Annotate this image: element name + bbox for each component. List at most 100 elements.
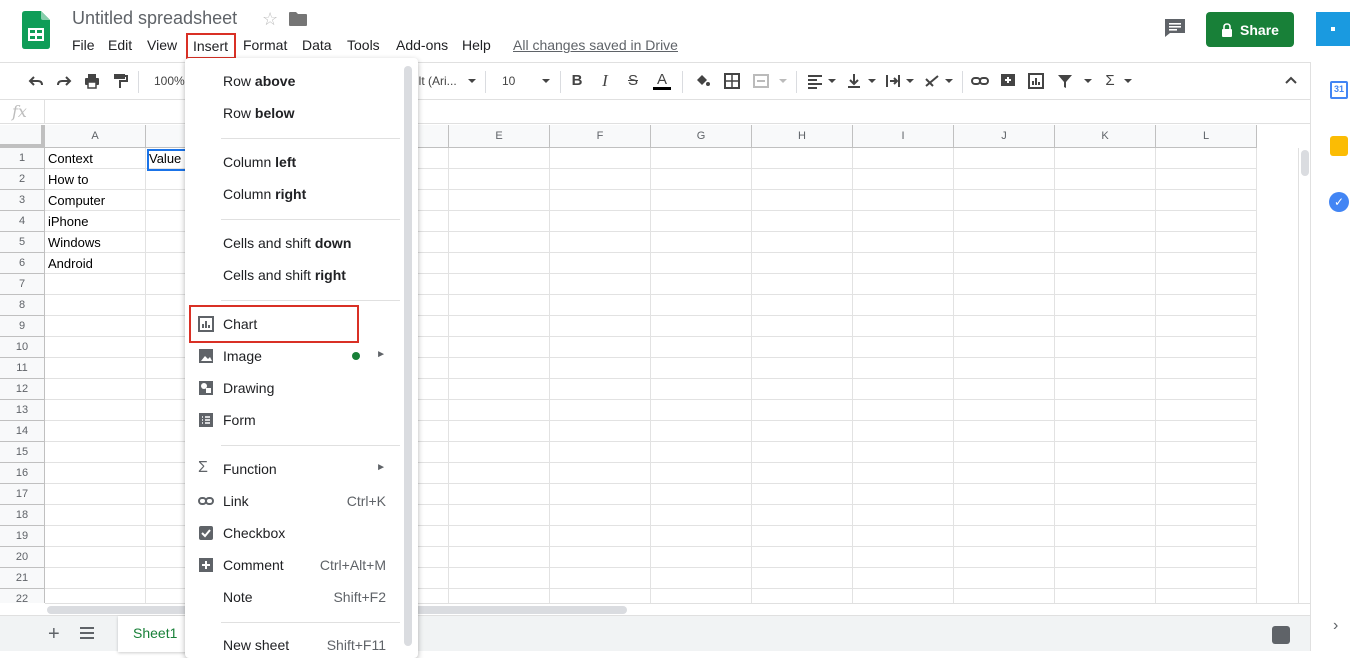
zoom-select[interactable]: 100% — [154, 74, 185, 88]
cell-E10[interactable] — [449, 337, 550, 358]
cell-K13[interactable] — [1055, 400, 1156, 421]
all-sheets-icon[interactable] — [80, 626, 94, 639]
bold-icon[interactable]: B — [568, 72, 586, 90]
undo-icon[interactable] — [27, 72, 45, 90]
cell-A9[interactable] — [45, 316, 146, 337]
cell-F12[interactable] — [550, 379, 651, 400]
cell-E6[interactable] — [449, 253, 550, 274]
cell-L7[interactable] — [1156, 274, 1257, 295]
cell-G15[interactable] — [651, 442, 752, 463]
redo-icon[interactable] — [55, 72, 73, 90]
cell-A5[interactable]: Windows — [45, 232, 146, 253]
filter-icon[interactable] — [1056, 72, 1074, 90]
fill-color-icon[interactable] — [693, 72, 711, 90]
cell-A1[interactable]: Context — [45, 148, 146, 169]
cell-L8[interactable] — [1156, 295, 1257, 316]
cell-E7[interactable] — [449, 274, 550, 295]
cell-L3[interactable] — [1156, 190, 1257, 211]
menu-column-left[interactable]: Column left — [185, 146, 400, 178]
text-color-icon[interactable]: A — [653, 72, 671, 90]
row-header[interactable]: 15 — [0, 442, 45, 463]
cell-F18[interactable] — [550, 505, 651, 526]
cell-J2[interactable] — [954, 169, 1055, 190]
cell-J16[interactable] — [954, 463, 1055, 484]
row-header[interactable]: 14 — [0, 421, 45, 442]
cell-H18[interactable] — [752, 505, 853, 526]
column-header[interactable]: L — [1156, 125, 1257, 148]
cell-E14[interactable] — [449, 421, 550, 442]
cell-G19[interactable] — [651, 526, 752, 547]
menu-file[interactable]: File — [72, 37, 95, 53]
cell-G4[interactable] — [651, 211, 752, 232]
row-header[interactable]: 20 — [0, 547, 45, 568]
borders-icon[interactable] — [723, 72, 741, 90]
cell-J14[interactable] — [954, 421, 1055, 442]
font-family-select[interactable]: ult (Ari... — [412, 74, 457, 88]
cell-K19[interactable] — [1055, 526, 1156, 547]
cell-K4[interactable] — [1055, 211, 1156, 232]
row-header[interactable]: 13 — [0, 400, 45, 421]
cell-A17[interactable] — [45, 484, 146, 505]
cell-E9[interactable] — [449, 316, 550, 337]
cell-L2[interactable] — [1156, 169, 1257, 190]
cell-A19[interactable] — [45, 526, 146, 547]
cell-A7[interactable] — [45, 274, 146, 295]
insert-chart-icon[interactable] — [1027, 72, 1045, 90]
cell-L5[interactable] — [1156, 232, 1257, 253]
cell-K15[interactable] — [1055, 442, 1156, 463]
menu-view[interactable]: View — [147, 37, 177, 53]
cell-H3[interactable] — [752, 190, 853, 211]
menu-help[interactable]: Help — [462, 37, 491, 53]
add-sheet-button[interactable]: + — [48, 623, 60, 646]
cell-H4[interactable] — [752, 211, 853, 232]
cell-F4[interactable] — [550, 211, 651, 232]
cell-H2[interactable] — [752, 169, 853, 190]
cell-F1[interactable] — [550, 148, 651, 169]
cell-K7[interactable] — [1055, 274, 1156, 295]
cell-L11[interactable] — [1156, 358, 1257, 379]
cell-E1[interactable] — [449, 148, 550, 169]
cell-G6[interactable] — [651, 253, 752, 274]
cell-G11[interactable] — [651, 358, 752, 379]
menu-image[interactable]: Image ► — [185, 340, 400, 372]
cell-I1[interactable] — [853, 148, 954, 169]
cell-G9[interactable] — [651, 316, 752, 337]
menu-link[interactable]: Link Ctrl+K — [185, 485, 400, 517]
menu-format[interactable]: Format — [243, 37, 287, 53]
cell-J15[interactable] — [954, 442, 1055, 463]
tasks-icon[interactable]: ✓ — [1329, 192, 1349, 212]
cell-E11[interactable] — [449, 358, 550, 379]
cell-I7[interactable] — [853, 274, 954, 295]
cell-F17[interactable] — [550, 484, 651, 505]
row-header[interactable]: 18 — [0, 505, 45, 526]
italic-icon[interactable]: I — [596, 72, 614, 90]
cell-G21[interactable] — [651, 568, 752, 589]
cell-G7[interactable] — [651, 274, 752, 295]
cell-F8[interactable] — [550, 295, 651, 316]
menu-column-right[interactable]: Column right — [185, 178, 400, 210]
cell-K17[interactable] — [1055, 484, 1156, 505]
cell-I15[interactable] — [853, 442, 954, 463]
cell-G8[interactable] — [651, 295, 752, 316]
cell-K1[interactable] — [1055, 148, 1156, 169]
column-header[interactable]: I — [853, 125, 954, 148]
cell-A18[interactable] — [45, 505, 146, 526]
cell-F9[interactable] — [550, 316, 651, 337]
cell-I17[interactable] — [853, 484, 954, 505]
cell-E4[interactable] — [449, 211, 550, 232]
cell-I4[interactable] — [853, 211, 954, 232]
cell-J4[interactable] — [954, 211, 1055, 232]
menu-new-sheet[interactable]: New sheet Shift+F11 — [185, 629, 400, 658]
cell-K10[interactable] — [1055, 337, 1156, 358]
cell-E21[interactable] — [449, 568, 550, 589]
cell-J10[interactable] — [954, 337, 1055, 358]
row-header[interactable]: 3 — [0, 190, 45, 211]
row-header[interactable]: 2 — [0, 169, 45, 190]
cell-G10[interactable] — [651, 337, 752, 358]
cell-E22[interactable] — [449, 589, 550, 603]
cell-I10[interactable] — [853, 337, 954, 358]
cell-G3[interactable] — [651, 190, 752, 211]
row-header[interactable]: 7 — [0, 274, 45, 295]
cell-L19[interactable] — [1156, 526, 1257, 547]
menu-form[interactable]: Form — [185, 404, 400, 436]
